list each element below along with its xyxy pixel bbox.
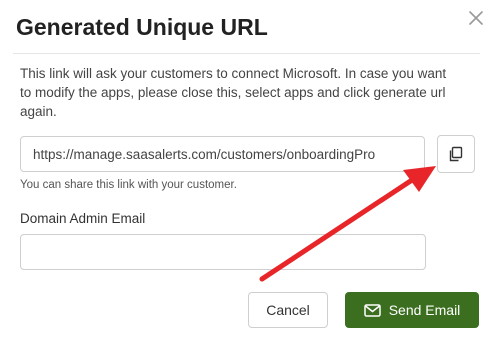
mail-icon (363, 303, 381, 317)
email-label: Domain Admin Email (20, 211, 146, 226)
close-button[interactable] (464, 6, 488, 30)
send-email-label: Send Email (388, 302, 461, 318)
dialog-description: This link will ask your customers to con… (20, 66, 447, 119)
domain-admin-email-field[interactable] (20, 234, 426, 270)
copy-url-button[interactable] (437, 135, 475, 173)
generated-url-field[interactable] (20, 136, 425, 172)
generated-url-dialog: Generated Unique URL This link will ask … (0, 0, 493, 343)
header-divider (13, 53, 480, 54)
copy-icon (449, 146, 463, 162)
send-email-button[interactable]: Send Email (345, 292, 479, 328)
helper-text: You can share this link with your custom… (20, 179, 237, 191)
dialog-title: Generated Unique URL (16, 14, 268, 40)
close-icon (469, 11, 483, 25)
cancel-button[interactable]: Cancel (248, 292, 328, 328)
